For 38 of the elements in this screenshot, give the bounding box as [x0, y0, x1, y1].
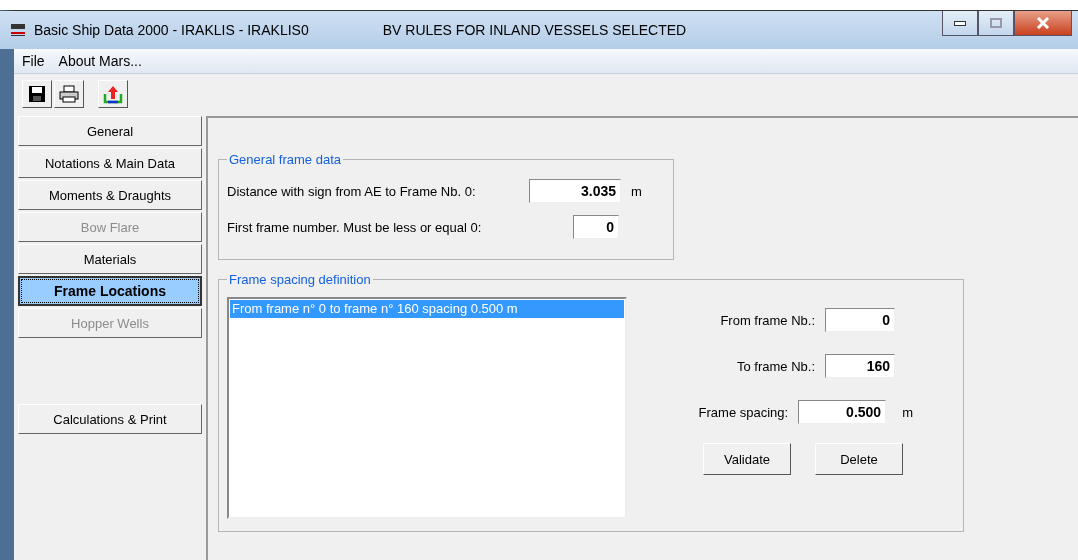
toolbar-button[interactable]	[98, 80, 128, 108]
rules-status: BV RULES FOR INLAND VESSELS SELECTED	[382, 22, 687, 38]
field-label: From frame Nb.:	[720, 312, 815, 328]
close-icon	[1036, 17, 1050, 29]
upload-arrow-icon	[103, 84, 123, 104]
unit-label: m	[631, 183, 642, 199]
minimize-icon	[954, 20, 966, 26]
group-title: Frame spacing definition	[228, 272, 372, 287]
toolbar-button[interactable]	[54, 80, 84, 108]
maximize-button[interactable]	[978, 11, 1014, 36]
toolbar-button[interactable]	[22, 80, 52, 108]
window-title: Basic Ship Data 2000 - IRAKLIS - IRAKLIS0	[34, 22, 309, 38]
app-logo-icon	[10, 22, 26, 38]
sidebar-tab[interactable]: Notations & Main Data	[18, 148, 202, 178]
maximize-icon	[990, 18, 1002, 28]
menu-item[interactable]: About Mars...	[58, 53, 142, 69]
sidebar-tab[interactable]: General	[18, 116, 202, 146]
sidebar-tab[interactable]: Calculations & Print	[18, 404, 202, 434]
input-field[interactable]: 0	[573, 215, 619, 239]
group-title: General frame data	[228, 152, 342, 167]
sidebar-tab[interactable]: Frame Locations	[18, 276, 202, 306]
printer-icon	[59, 85, 79, 103]
field-label: First frame number. Must be less or equal 0:	[227, 219, 483, 235]
close-button[interactable]	[1014, 11, 1072, 36]
sidebar-tab[interactable]: Moments & Draughts	[18, 180, 202, 210]
field-label: Distance with sign from AE to Frame Nb. 0:	[227, 183, 477, 199]
field-label: To frame Nb.:	[736, 358, 815, 374]
input-field[interactable]: 160	[825, 354, 895, 378]
action-button[interactable]: Delete	[815, 443, 903, 475]
sidebar-tab[interactable]: Materials	[18, 244, 202, 274]
minimize-button[interactable]	[942, 11, 978, 36]
input-field[interactable]: 0	[825, 308, 895, 332]
menu-item[interactable]: File	[22, 53, 45, 69]
field-label: Frame spacing:	[698, 404, 789, 420]
input-field[interactable]: 3.035	[529, 179, 621, 203]
input-field[interactable]: 0.500	[798, 400, 887, 424]
action-button[interactable]: Validate	[703, 443, 791, 475]
unit-label: m	[902, 404, 913, 420]
